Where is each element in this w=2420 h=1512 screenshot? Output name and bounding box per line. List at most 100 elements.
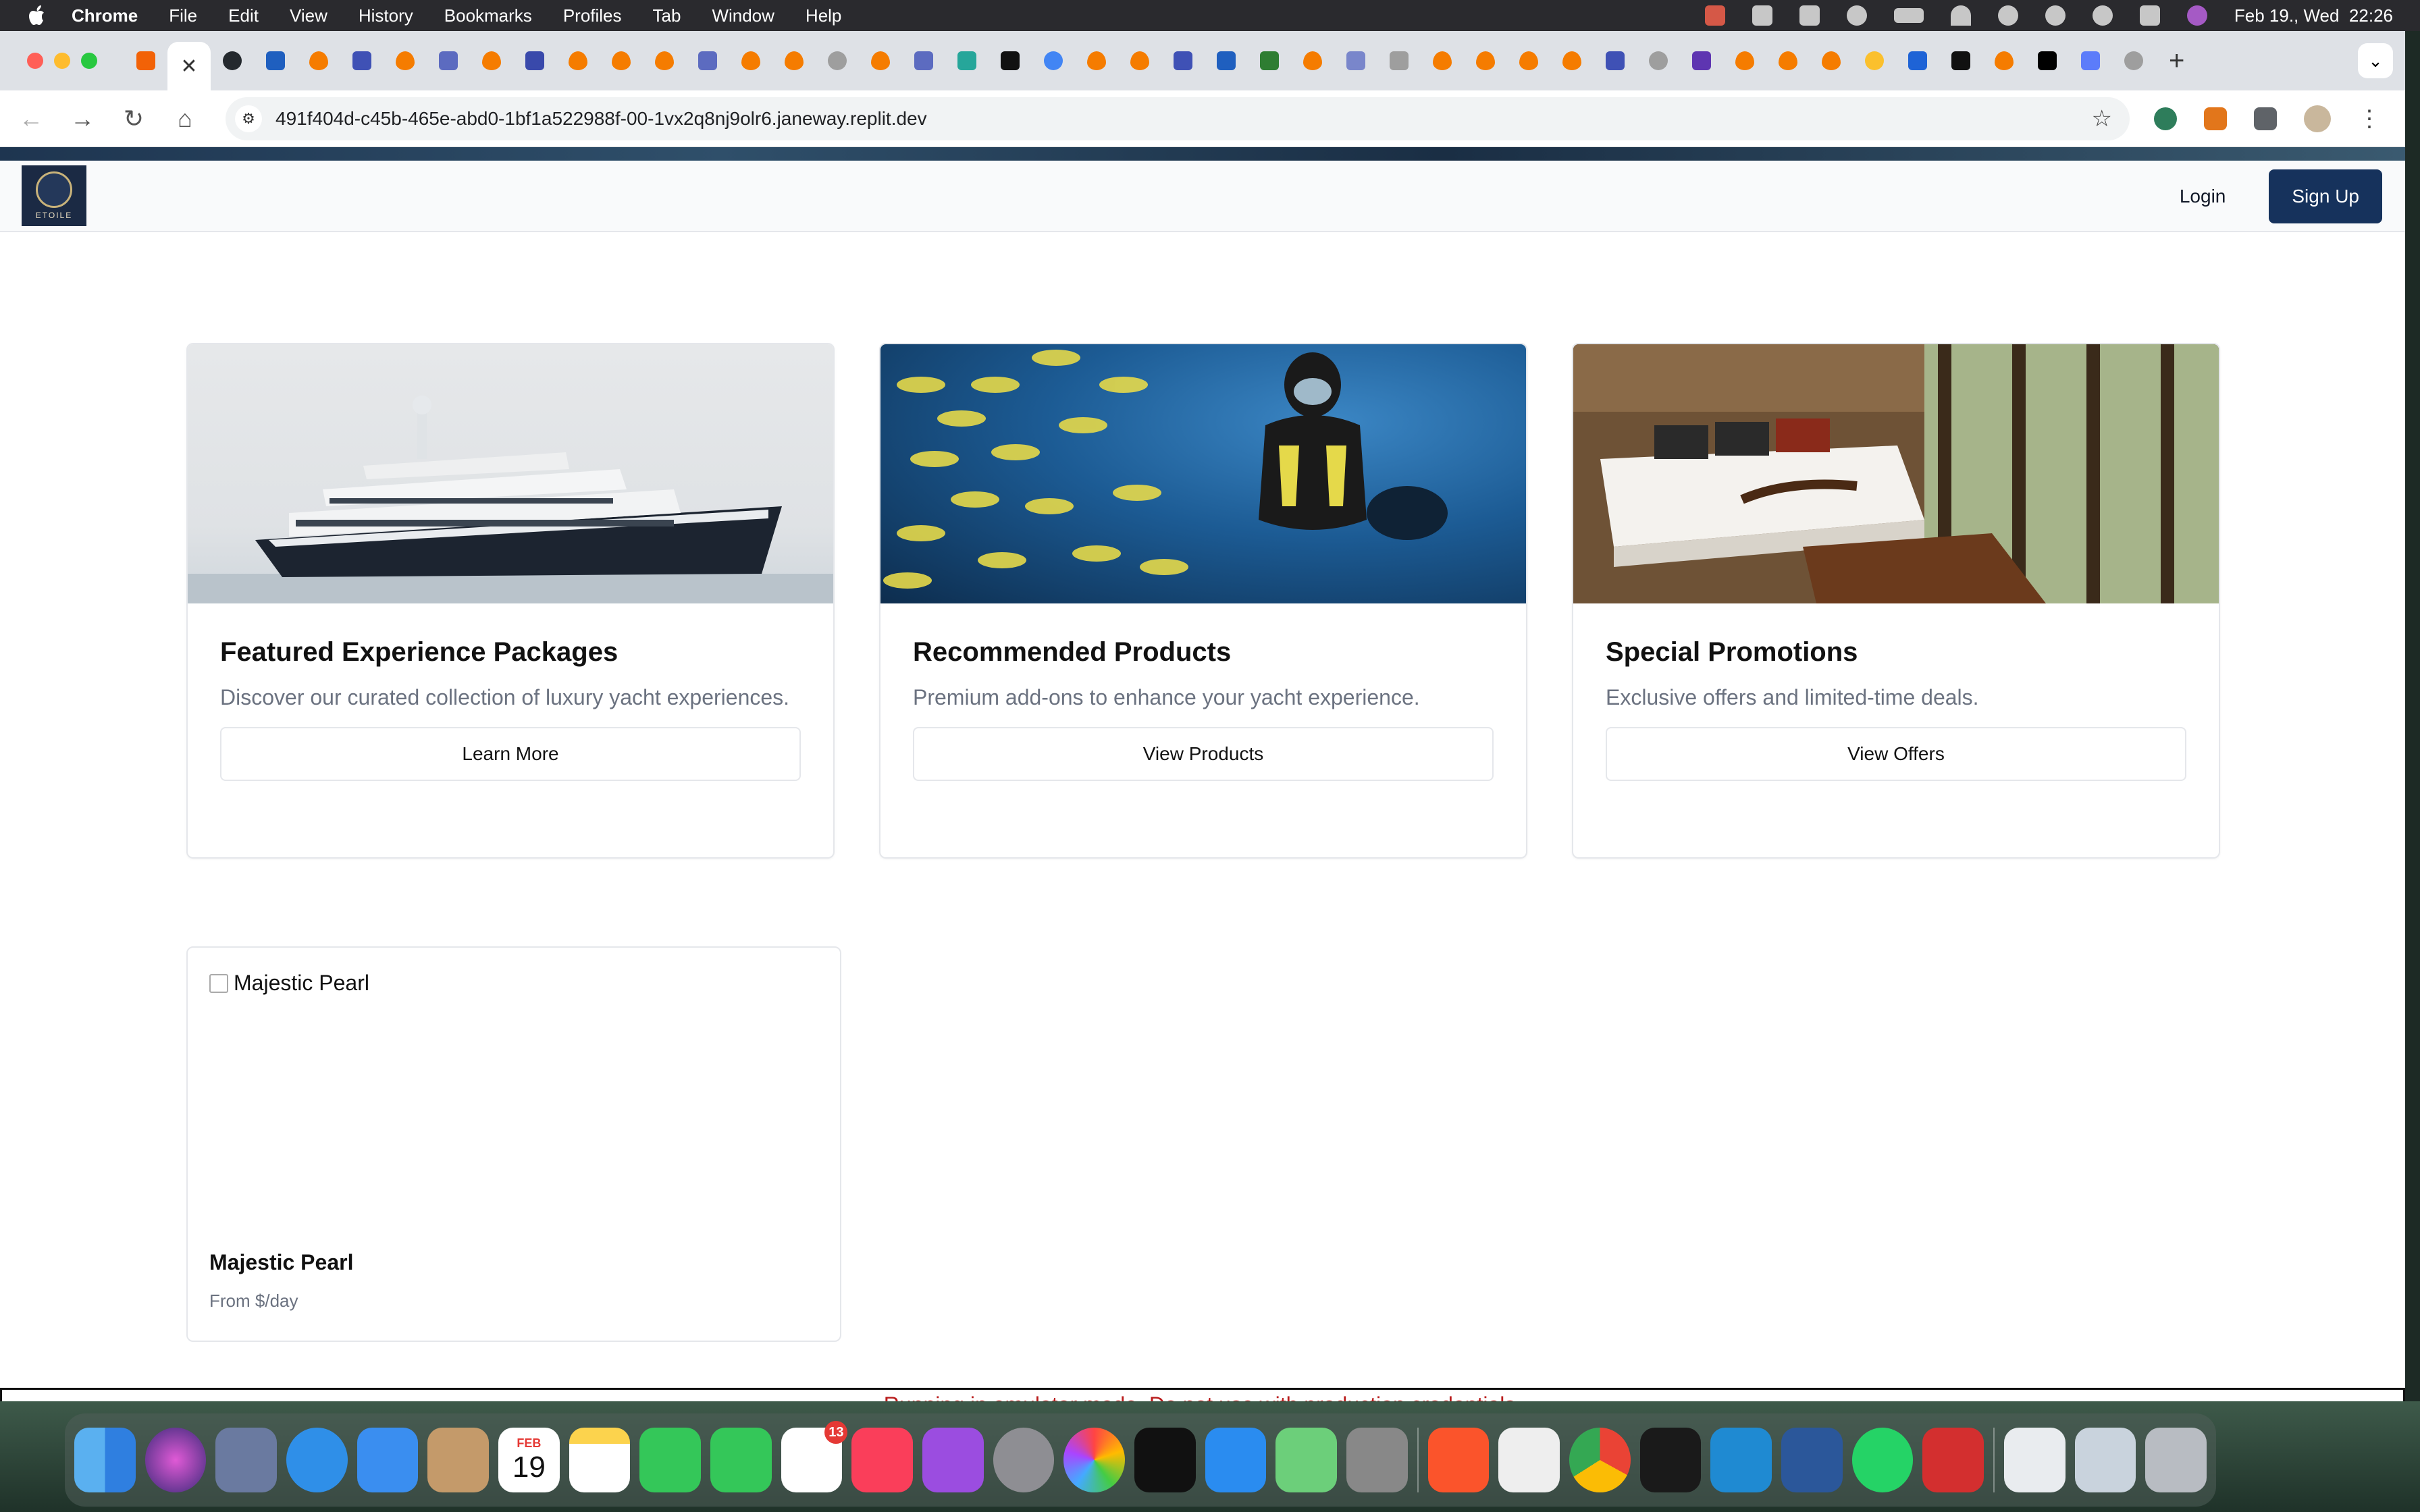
brave-icon[interactable] <box>1427 1428 1490 1492</box>
photos-icon[interactable] <box>1063 1428 1126 1492</box>
learn-more-button[interactable]: Learn More <box>220 727 801 781</box>
tab-a-3[interactable] <box>902 39 945 82</box>
tab-cloud[interactable] <box>1032 39 1075 82</box>
tab-purple[interactable] <box>1680 39 1723 82</box>
tab-firebase-15[interactable] <box>1507 39 1550 82</box>
tab-firebase-9[interactable] <box>859 39 902 82</box>
tab-mail[interactable] <box>2069 39 2112 82</box>
siri-icon[interactable] <box>2186 5 2207 26</box>
contacts-icon[interactable] <box>427 1428 490 1492</box>
tab-firebase-1[interactable] <box>297 39 340 82</box>
menu-app-name[interactable]: Chrome <box>72 5 138 26</box>
podcasts-icon[interactable] <box>922 1428 984 1492</box>
tab-yellow[interactable] <box>1853 39 1896 82</box>
menu-tab[interactable]: Tab <box>653 5 681 26</box>
siri-icon[interactable] <box>144 1428 207 1492</box>
tab-a-1[interactable] <box>427 39 470 82</box>
reminders-icon[interactable]: 13 <box>781 1421 848 1492</box>
signup-button[interactable]: Sign Up <box>2269 169 2382 223</box>
mail-icon[interactable] <box>357 1428 419 1492</box>
tab-firebase-10[interactable] <box>1075 39 1118 82</box>
tab-firebase-18[interactable] <box>1766 39 1810 82</box>
safari-icon[interactable] <box>286 1428 348 1492</box>
url-text[interactable]: 491f404d-c45b-465e-abd0-1bf1a522988f-00-… <box>275 108 927 130</box>
tab-firebase-3[interactable] <box>470 39 513 82</box>
music-icon[interactable] <box>851 1428 914 1492</box>
chrome-icon[interactable] <box>1569 1428 1631 1492</box>
tab-replit[interactable] <box>124 39 167 82</box>
profile-avatar[interactable] <box>2304 105 2331 132</box>
apple-tv-icon[interactable] <box>1134 1428 1196 1492</box>
tab-a-2[interactable] <box>686 39 729 82</box>
spotlight-search-icon[interactable] <box>2092 5 2113 26</box>
address-bar[interactable]: ⚙ 491f404d-c45b-465e-abd0-1bf1a522988f-0… <box>226 97 2130 140</box>
tab-firebase-7[interactable] <box>729 39 772 82</box>
battery-icon[interactable] <box>1893 8 1924 23</box>
tab-firebase-6[interactable] <box>643 39 686 82</box>
puzzle-icon[interactable] <box>2254 107 2277 130</box>
kebab-menu-icon[interactable]: ⋮ <box>2358 105 2381 132</box>
textedit-icon[interactable] <box>1498 1428 1560 1492</box>
iphone-mirroring-icon[interactable] <box>1346 1428 1408 1492</box>
back-button[interactable]: ← <box>11 99 51 139</box>
menu-view[interactable]: View <box>290 5 327 26</box>
menu-bookmarks[interactable]: Bookmarks <box>444 5 532 26</box>
metamask-icon[interactable] <box>2204 107 2227 130</box>
tab-firebase-19[interactable] <box>1810 39 1853 82</box>
tab-firebase-2[interactable] <box>384 39 427 82</box>
calendar-icon[interactable]: FEB 19 <box>498 1428 560 1492</box>
tab-github[interactable] <box>211 39 254 82</box>
tab-firebase-11[interactable] <box>1118 39 1161 82</box>
wifi-icon[interactable] <box>1950 5 1971 26</box>
menu-history[interactable]: History <box>359 5 413 26</box>
word-icon[interactable] <box>1781 1428 1843 1492</box>
notes-icon[interactable] <box>569 1428 631 1492</box>
tab-layers[interactable] <box>513 39 556 82</box>
finder-icon[interactable] <box>74 1428 136 1492</box>
tab-firebase-5[interactable] <box>600 39 643 82</box>
acrobat-icon[interactable] <box>1922 1428 1984 1492</box>
facetime-icon[interactable] <box>639 1428 702 1492</box>
tab-medium[interactable] <box>2026 39 2069 82</box>
apple-menu-icon[interactable] <box>24 2 51 29</box>
whatsapp-icon[interactable] <box>1851 1428 1914 1492</box>
tab-firebase-17[interactable] <box>1723 39 1766 82</box>
tab-form[interactable] <box>1896 39 1939 82</box>
menu-edit[interactable]: Edit <box>228 5 259 26</box>
close-tab-icon[interactable]: ✕ <box>180 55 197 78</box>
menu-window[interactable]: Window <box>712 5 774 26</box>
dropbox-tray-icon[interactable] <box>1704 5 1725 26</box>
vscode-icon[interactable] <box>1710 1428 1772 1492</box>
launchpad-icon[interactable] <box>215 1428 278 1492</box>
terminal-icon[interactable] <box>1639 1428 1702 1492</box>
menu-profiles[interactable]: Profiles <box>563 5 622 26</box>
play-tray-icon[interactable] <box>1846 5 1867 26</box>
maps-icon[interactable] <box>1275 1428 1338 1492</box>
forward-button[interactable]: → <box>62 99 103 139</box>
tab-firebase-8[interactable] <box>772 39 816 82</box>
timemachine-icon[interactable] <box>2045 5 2066 26</box>
tab-firebase-20[interactable] <box>1982 39 2026 82</box>
tab-chart[interactable] <box>945 39 989 82</box>
tab-firebase-16[interactable] <box>1550 39 1594 82</box>
tab-firebase-13[interactable] <box>1421 39 1464 82</box>
tab-firebase-4[interactable] <box>556 39 600 82</box>
tab-w[interactable] <box>1248 39 1291 82</box>
extension-green-icon[interactable] <box>2154 107 2177 130</box>
m-tray-icon[interactable] <box>1799 5 1820 26</box>
system-settings-icon[interactable] <box>993 1428 1055 1492</box>
reload-button[interactable]: ↻ <box>113 99 154 139</box>
tab-active[interactable]: ✕ <box>167 42 211 90</box>
tab-blue-app[interactable] <box>254 39 297 82</box>
site-settings-icon[interactable]: ⚙ <box>235 105 262 132</box>
tab-github-3[interactable] <box>1637 39 1680 82</box>
tab-search-button[interactable]: ⌄ <box>2358 43 2393 78</box>
tab-dark-a[interactable] <box>1939 39 1982 82</box>
tab-github-4[interactable] <box>2112 39 2155 82</box>
zoom-window-button[interactable] <box>81 53 97 69</box>
recent-window-icon[interactable] <box>2074 1428 2136 1492</box>
bookmark-star-icon[interactable]: ☆ <box>2092 105 2112 132</box>
yacht-listing-card[interactable]: Majestic Pearl Majestic Pearl From $/day <box>186 946 841 1342</box>
tab-shield-1[interactable] <box>340 39 384 82</box>
tab-doc[interactable] <box>1334 39 1377 82</box>
